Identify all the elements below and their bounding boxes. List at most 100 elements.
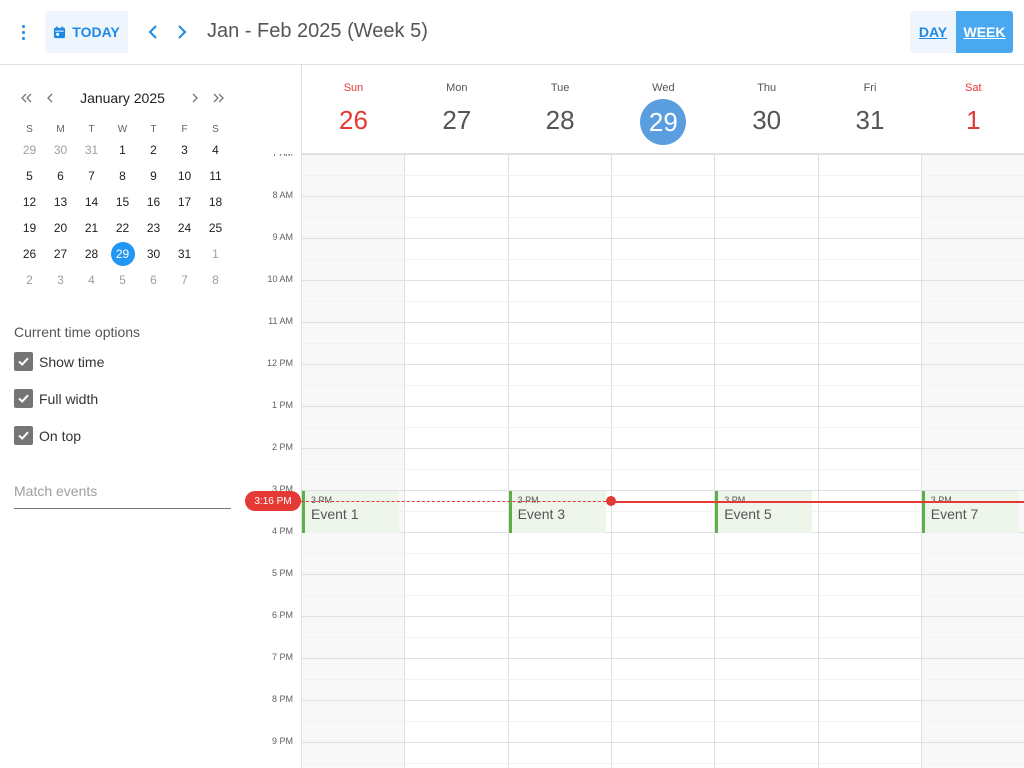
day-header-wed[interactable]: Wed 29: [612, 65, 715, 153]
time-grid: 7 AM 8 AM 9 AM 10 AM 11 AM 12 PM 1 PM 2 PM 3 PM 4…: [245, 154, 1024, 768]
mini-day[interactable]: 29: [14, 143, 45, 157]
mini-day[interactable]: 20: [45, 221, 76, 235]
time-label: 8 PM: [271, 694, 293, 704]
more-menu-button[interactable]: [12, 20, 34, 44]
day-column[interactable]: [610, 154, 714, 768]
hour-gridline: [301, 742, 1024, 743]
day-view-button[interactable]: DAY: [910, 11, 956, 53]
mini-day[interactable]: 6: [45, 169, 76, 183]
mini-day[interactable]: 24: [169, 221, 200, 235]
mini-day-selected[interactable]: 29: [107, 242, 138, 266]
mini-day[interactable]: 9: [138, 169, 169, 183]
day-column[interactable]: [920, 154, 1024, 768]
day-column[interactable]: [507, 154, 611, 768]
hour-gridline: [301, 196, 1024, 197]
mini-day[interactable]: 15: [107, 195, 138, 209]
checkbox[interactable]: [14, 352, 33, 371]
day-header-fri[interactable]: Fri 31: [819, 65, 922, 153]
mini-day[interactable]: 30: [138, 247, 169, 261]
mini-day[interactable]: 16: [138, 195, 169, 209]
match-events-field[interactable]: [14, 481, 231, 509]
day-header-sat[interactable]: Sat 1: [922, 65, 1024, 153]
mini-day[interactable]: 31: [169, 247, 200, 261]
mini-day[interactable]: 13: [45, 195, 76, 209]
mini-weekday-label: M: [56, 123, 65, 135]
mini-day[interactable]: 31: [76, 143, 107, 157]
time-label: 8 AM: [272, 190, 293, 200]
mini-day[interactable]: 8: [107, 169, 138, 183]
mini-day[interactable]: 7: [76, 169, 107, 183]
mini-day[interactable]: 2: [138, 143, 169, 157]
mini-day[interactable]: 8: [200, 273, 231, 287]
mini-day[interactable]: 12: [14, 195, 45, 209]
toolbar: TODAY Jan - Feb 2025 (Week 5) DAY WEEK: [0, 0, 1024, 65]
option-full-width[interactable]: Full width: [14, 389, 98, 408]
option-show-time[interactable]: Show time: [14, 352, 104, 371]
check-icon: [18, 357, 29, 366]
checkbox[interactable]: [14, 389, 33, 408]
mini-day[interactable]: 11: [200, 169, 231, 183]
current-time-line: [610, 500, 1024, 503]
half-hour-gridline: [301, 343, 1024, 344]
event-block[interactable]: 3 PM Event 1: [302, 491, 400, 533]
next-month-button[interactable]: [185, 87, 205, 109]
mini-day[interactable]: 25: [200, 221, 231, 235]
mini-day[interactable]: 27: [45, 247, 76, 261]
day-header-sun[interactable]: Sun 26: [302, 65, 405, 153]
mini-day[interactable]: 1: [107, 143, 138, 157]
match-events-input[interactable]: [14, 481, 231, 499]
mini-day[interactable]: 18: [200, 195, 231, 209]
day-header-weekday: Tue: [550, 82, 570, 94]
mini-day[interactable]: 5: [107, 273, 138, 287]
mini-day[interactable]: 4: [76, 273, 107, 287]
mini-day[interactable]: 28: [76, 247, 107, 261]
hour-gridline: [301, 406, 1024, 407]
mini-day[interactable]: 17: [169, 195, 200, 209]
mini-day[interactable]: 7: [169, 273, 200, 287]
prev-week-button[interactable]: [143, 20, 163, 44]
event-block[interactable]: 3 PMEvent 7: [921, 491, 1020, 533]
mini-day[interactable]: 30: [45, 143, 76, 157]
mini-day[interactable]: 1: [200, 247, 231, 261]
today-button[interactable]: TODAY: [45, 11, 128, 53]
mini-week-row: 12 13 14 15 16 17 18: [14, 189, 231, 215]
mini-day-number: 7: [181, 273, 188, 287]
next-year-button[interactable]: [209, 87, 229, 109]
time-label: 9 AM: [272, 232, 293, 242]
next-week-button[interactable]: [172, 20, 192, 44]
mini-day[interactable]: 10: [169, 169, 200, 183]
mini-day[interactable]: 3: [169, 143, 200, 157]
day-header-mon[interactable]: Mon 27: [405, 65, 508, 153]
mini-day-number: 6: [57, 169, 64, 183]
mini-day[interactable]: 22: [107, 221, 138, 235]
mini-day[interactable]: 21: [76, 221, 107, 235]
checkbox[interactable]: [14, 426, 33, 445]
week-view-button[interactable]: WEEK: [956, 11, 1013, 53]
day-header-tue[interactable]: Tue 28: [509, 65, 612, 153]
day-header-thu[interactable]: Thu 30: [715, 65, 818, 153]
mini-day[interactable]: 19: [14, 221, 45, 235]
event-block[interactable]: 3 PMEvent 5: [715, 491, 813, 533]
day-column[interactable]: [301, 154, 405, 768]
day-column[interactable]: [817, 154, 921, 768]
day-header-date: 30: [752, 105, 782, 135]
mini-weekday-label: W: [117, 123, 128, 135]
day-header-date: 28: [545, 105, 575, 135]
mini-calendar-grid: S M T W T F S 29 30 31 1 2 3 4 5 6 7 8 9 10 11 12 13 14 15 16 17 18…: [14, 121, 231, 293]
dot-icon: [21, 36, 25, 40]
mini-day[interactable]: 3: [45, 273, 76, 287]
mini-day-number: 5: [119, 273, 126, 287]
mini-day[interactable]: 6: [138, 273, 169, 287]
mini-day[interactable]: 14: [76, 195, 107, 209]
mini-day[interactable]: 23: [138, 221, 169, 235]
mini-day[interactable]: 4: [200, 143, 231, 157]
mini-day[interactable]: 26: [14, 247, 45, 261]
option-on-top[interactable]: On top: [14, 426, 81, 445]
day-column[interactable]: [714, 154, 817, 768]
day-column[interactable]: [404, 154, 507, 768]
event-block[interactable]: 3 PM Event 3: [508, 491, 606, 533]
mini-day-number: 31: [177, 247, 192, 261]
mini-day[interactable]: 2: [14, 273, 45, 287]
mini-day[interactable]: 5: [14, 169, 45, 183]
mini-day-number: 29: [22, 143, 37, 157]
